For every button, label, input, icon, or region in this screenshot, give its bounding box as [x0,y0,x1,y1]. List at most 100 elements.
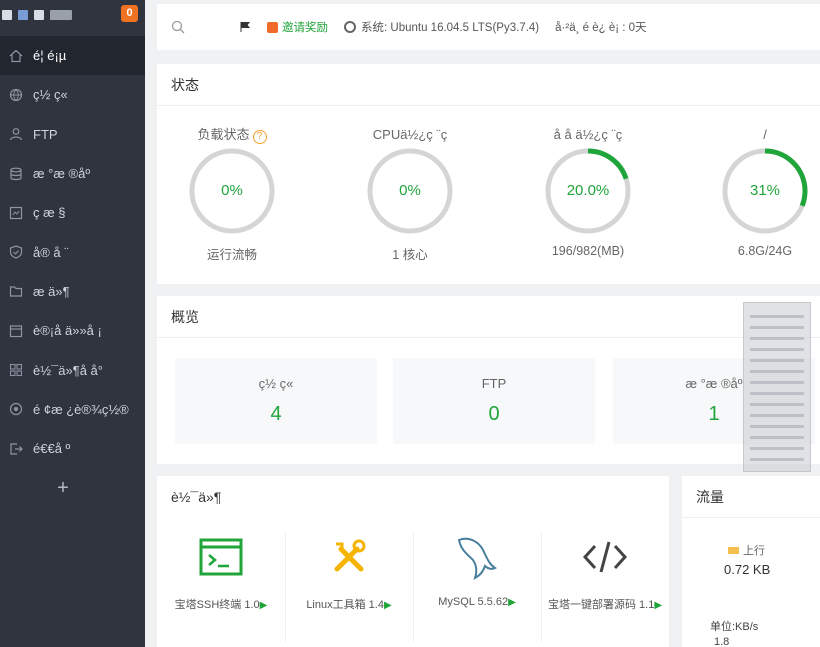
doc-icon[interactable] [34,10,44,20]
play-icon: ▶ [383,600,392,611]
sidebar-item-logout[interactable]: é€€å º [0,429,145,468]
gauge-value: 20.0% [566,182,610,199]
database-icon [9,167,23,181]
traffic-panel: 流量 上行 0.72 KB 单位:KB/s 1.8 [682,476,820,647]
software-item-name-text: Linux工具箱 1.4 [306,599,384,611]
sidebar-item-database[interactable]: æ °æ ®åº [0,154,145,193]
sidebar-item-label: é€€å º [33,441,71,457]
sidebar-item-label: æ °æ ®åº [33,166,91,182]
gauge-cpu[interactable]: CPUä½¿ç ¨ç 0% 1 核心 [345,124,475,263]
sidebar-item-tasks[interactable]: è®¡å ä»»å ¡ [0,311,145,350]
tooltip-line [750,414,804,417]
flag-icon[interactable] [18,10,28,20]
software-item-deploy-source[interactable]: 宝塔一键部署源码 1.1▶ [541,532,669,612]
ubuntu-icon [344,21,356,33]
overview-card-value: 4 [270,403,282,425]
invite-reward-label: 邀请奖励 [282,22,328,34]
overview-title: 概览 [157,296,820,338]
software-panel: è½¯ä»¶ 宝塔SSH终端 1.0▶ Linux工具箱 1.4▶ MySQL … [157,476,669,647]
gauge-label: å å ä½¿ç ¨ç [553,127,623,142]
gauge-label: CPUä½¿ç ¨ç [372,127,448,142]
system-info-text: 系统: Ubuntu 16.04.5 LTS(Py3.7.4) [361,22,540,34]
sidebar-item-monitor[interactable]: ç æ § [0,193,145,232]
gauge-ring: 31% [720,146,810,236]
sidebar-item-security[interactable]: å® å ¨ [0,232,145,271]
gauge-disk[interactable]: / 31% 6.8G/24G [700,124,820,258]
window-icon[interactable] [2,10,12,20]
sidebar-nav: é¦ é¡µ ç½ ç« FTP æ °æ ®åº ç æ § å® å ¨ æ… [0,36,145,468]
gauge-label-text: 负载状态 [197,127,250,142]
overview-card-label: FTP [481,376,507,391]
globe-icon [9,88,23,102]
sidebar-item-home[interactable]: é¦ é¡µ [0,36,145,76]
software-item-name: Linux工具箱 1.4▶ [285,596,413,612]
gauge-memory[interactable]: å å ä½¿ç ¨ç 20.0% 196/982(MB) [523,124,653,258]
software-item-name-text: MySQL 5.5.62 [438,596,509,608]
software-item-mysql[interactable]: MySQL 5.5.62▶ [413,532,541,608]
flag-icon[interactable] [239,21,251,33]
sidebar-item-ftp[interactable]: FTP [0,115,145,154]
software-item-name: 宝塔SSH终端 1.0▶ [157,596,285,612]
sidebar-item-label: è®¡å ä»»å ¡ [33,323,102,339]
status-title: 状态 [157,64,820,106]
sidebar-item-label: ç½ ç« [33,87,68,103]
gauge-label: / [763,127,767,142]
shield-icon [9,245,23,259]
play-icon: ▶ [259,600,268,611]
gauge-sub: 196/982(MB) [551,244,625,258]
sidebar-item-label: å® å ¨ [33,244,69,260]
search-icon[interactable] [171,20,185,34]
traffic-unit: 单位:KB/s [710,621,759,633]
sidebar-item-label: é¦ é¡µ [33,48,67,64]
sidebar-item-files[interactable]: æ ä»¶ [0,272,145,311]
overview-card-ftp[interactable]: FTP 0 [393,358,595,444]
software-item-name-text: 宝塔SSH终端 1.0 [174,599,260,611]
tooltip-line [750,425,804,428]
home-icon [9,49,23,63]
overview-card-website[interactable]: ç½ ç« 4 [175,358,377,444]
blurred-tooltip [743,302,811,472]
tooltip-line [750,315,804,318]
tools-icon [285,532,413,582]
tooltip-line [750,337,804,340]
overview-card-value: 0 [488,403,500,425]
overview-panel: 概览 ç½ ç« 4 FTP 0 æ °æ ®åº 1 [157,296,820,464]
software-item-linux-tools[interactable]: Linux工具箱 1.4▶ [285,532,413,612]
uptime-info: å·²ä¸ é è¿ è¡ : 0天 [555,22,647,34]
traffic-title: 流量 [682,476,820,518]
legend-swatch [728,546,739,554]
task-icon [9,324,23,338]
gauge-load[interactable]: 负载状态? 0% 运行流畅 [167,124,297,263]
folder-icon [9,284,23,298]
software-item-name: 宝塔一键部署源码 1.1▶ [541,596,669,612]
terminal-icon [157,532,285,582]
tooltip-line [750,381,804,384]
gauge-ring: 0% [365,146,455,236]
play-icon: ▶ [508,597,516,608]
sidebar-item-label: ç æ § [33,205,66,221]
software-item-ssh[interactable]: 宝塔SSH终端 1.0▶ [157,532,285,612]
settings-icon [9,402,23,416]
add-menu-button[interactable]: + [53,476,73,500]
tooltip-line [750,458,804,461]
gauge-ring: 0% [187,146,277,236]
notification-badge[interactable]: 0 [121,5,138,22]
sidebar: 0 é¦ é¡µ ç½ ç« FTP æ °æ ®åº ç æ § å® å ¨ [0,0,145,647]
software-title: è½¯ä»¶ [171,489,222,505]
play-icon: ▶ [654,600,663,611]
help-icon[interactable]: ? [252,130,267,144]
legend-upload[interactable]: 上行 [728,542,765,558]
grid-icon [9,363,23,377]
tooltip-line [750,447,804,450]
sidebar-item-settings[interactable]: é ¢æ ¿è®¾ç½® [0,390,145,429]
sidebar-item-website[interactable]: ç½ ç« [0,75,145,114]
invite-reward-link[interactable]: 邀请奖励 [267,19,328,35]
tooltip-line [750,359,804,362]
sidebar-item-software[interactable]: è½¯ä»¶å å° [0,350,145,389]
gauge-ring: 20.0% [543,146,633,236]
software-item-name: MySQL 5.5.62▶ [413,596,541,608]
sidebar-item-label: è½¯ä»¶å å° [33,362,103,378]
gift-icon [267,21,278,33]
overview-card-label: ç½ ç« [258,376,294,391]
gauge-value: 31% [749,182,781,199]
